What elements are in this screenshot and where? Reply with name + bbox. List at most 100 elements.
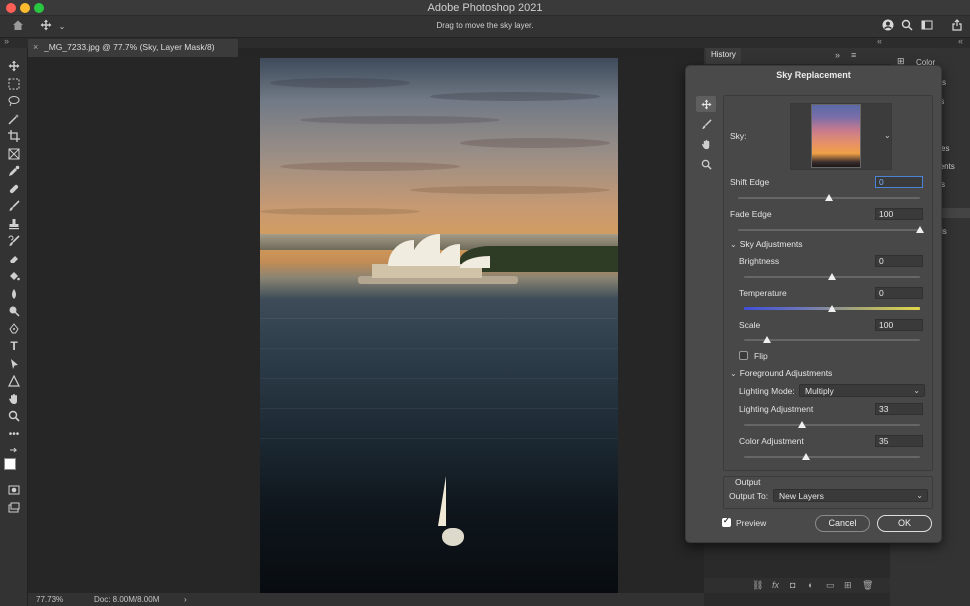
color-adjustment-slider-thumb[interactable]	[801, 453, 810, 460]
sky-label: Sky:	[730, 131, 747, 141]
settings-box: Sky: ⌄ Shift Edge 0 Fade Edge 100 ⌄ Sky A…	[723, 95, 933, 471]
add-mask-icon[interactable]: ◘	[790, 580, 795, 590]
magic-wand-tool-icon[interactable]	[6, 111, 22, 127]
chevron-down-icon: ⌄	[916, 491, 923, 500]
dodge-tool-icon[interactable]	[6, 303, 22, 319]
panel-menu-icon[interactable]: ≡	[851, 50, 856, 60]
shift-edge-field[interactable]: 0	[875, 176, 923, 188]
sky-dropdown-chevron-icon[interactable]: ⌄	[884, 131, 891, 140]
lasso-tool-icon[interactable]	[6, 93, 22, 109]
blur-tool-icon[interactable]	[6, 286, 22, 302]
sailboat-sail	[438, 476, 446, 526]
app-title: Adobe Photoshop 2021	[427, 2, 543, 14]
hand-tool-icon[interactable]	[696, 136, 716, 152]
document-tab[interactable]: × _MG_7233.jpg @ 77.7% (Sky, Layer Mask/…	[28, 39, 238, 57]
new-layer-icon[interactable]: ⊞	[844, 580, 852, 591]
status-menu-arrow[interactable]: ›	[184, 595, 187, 604]
zoom-tool-icon[interactable]	[696, 156, 716, 172]
cancel-button[interactable]: Cancel	[815, 515, 870, 532]
group-folder-icon[interactable]: ▭	[826, 580, 835, 591]
paint-bucket-tool-icon[interactable]	[6, 268, 22, 284]
chevron-down-icon: ⌄	[730, 369, 737, 378]
shape-tool-icon[interactable]	[6, 373, 22, 389]
brightness-label: Brightness	[739, 256, 780, 266]
lighting-adjustment-label: Lighting Adjustment	[739, 404, 814, 414]
fade-edge-slider-thumb[interactable]	[916, 226, 924, 233]
history-brush-tool-icon[interactable]	[6, 233, 22, 249]
path-selection-tool-icon[interactable]	[6, 356, 22, 372]
foreground-adjustments-header[interactable]: ⌄ Foreground Adjustments	[730, 368, 832, 378]
healing-brush-tool-icon[interactable]	[6, 181, 22, 197]
screen-mode-icon[interactable]	[6, 500, 22, 516]
temperature-label: Temperature	[739, 288, 787, 298]
more-tools-icon[interactable]: •••	[6, 426, 22, 442]
collapse-panels-icon[interactable]: «	[877, 36, 882, 46]
doc-size: Doc: 8.00M/8.00M	[94, 595, 160, 604]
fx-icon[interactable]: fx	[772, 580, 779, 590]
marquee-tool-icon[interactable]	[6, 76, 22, 92]
chevron-down-icon: ⌄	[913, 386, 920, 395]
shift-edge-slider-thumb[interactable]	[825, 194, 833, 201]
zoom-level[interactable]: 77.73%	[36, 595, 63, 604]
scale-slider-thumb[interactable]	[762, 336, 771, 343]
zoom-tool-icon[interactable]	[6, 408, 22, 424]
output-box: Output To: New Layers ⌄	[723, 476, 933, 509]
workspace-icon[interactable]	[919, 19, 935, 35]
collapse-history-icon[interactable]: »	[835, 50, 840, 60]
shift-edge-label: Shift Edge	[730, 177, 770, 187]
document-image[interactable]	[260, 58, 618, 594]
tab-history[interactable]: History	[706, 48, 741, 64]
ok-button[interactable]: OK	[877, 515, 932, 532]
brightness-field[interactable]: 0	[875, 255, 923, 267]
search-icon[interactable]	[899, 19, 915, 35]
pen-tool-icon[interactable]	[6, 321, 22, 337]
color-adjustment-field[interactable]: 35	[875, 435, 923, 447]
lighting-adjustment-slider-track[interactable]	[744, 424, 920, 426]
crop-tool-icon[interactable]	[6, 128, 22, 144]
stamp-tool-icon[interactable]	[6, 216, 22, 232]
temperature-field[interactable]: 0	[875, 287, 923, 299]
eraser-tool-icon[interactable]	[6, 251, 22, 267]
quick-mask-icon[interactable]	[6, 482, 22, 498]
trash-icon[interactable]: 🗑	[862, 580, 873, 591]
sky-adjustments-header[interactable]: ⌄ Sky Adjustments	[730, 239, 803, 249]
output-to-select[interactable]: New Layers ⌄	[773, 489, 928, 502]
frame-tool-icon[interactable]	[6, 146, 22, 162]
user-icon[interactable]	[880, 19, 896, 35]
color-adjustment-slider-track[interactable]	[744, 456, 920, 458]
status-bar: 77.73% Doc: 8.00M/8.00M ›	[28, 593, 704, 606]
output-to-label: Output To:	[729, 491, 769, 501]
temperature-slider-thumb[interactable]	[828, 305, 836, 312]
collapse-dock-icon[interactable]: «	[958, 36, 963, 46]
adjustment-layer-icon[interactable]: ◐	[808, 580, 813, 590]
link-layers-icon[interactable]: ⛓	[752, 580, 763, 591]
eyedropper-tool-icon[interactable]	[6, 163, 22, 179]
preview-checkbox[interactable]	[722, 516, 731, 527]
fade-edge-field[interactable]: 100	[875, 208, 923, 220]
brightness-slider-thumb[interactable]	[828, 273, 836, 280]
lighting-adjustment-field[interactable]: 33	[875, 403, 923, 415]
sky-move-tool-icon[interactable]	[696, 96, 716, 112]
sky-preset-thumbnail[interactable]	[811, 104, 861, 168]
close-tab-icon[interactable]: ×	[33, 42, 38, 52]
expand-toolbar-icon[interactable]: »	[4, 36, 9, 46]
share-icon[interactable]	[949, 19, 965, 35]
lighting-mode-select[interactable]: Multiply ⌄	[799, 384, 925, 397]
hand-tool-icon[interactable]	[6, 391, 22, 407]
toolbar: T •••	[0, 48, 28, 606]
scale-label: Scale	[739, 320, 761, 330]
document-tab-label: _MG_7233.jpg @ 77.7% (Sky, Layer Mask/8)	[44, 42, 215, 52]
sky-brush-tool-icon[interactable]	[696, 116, 716, 132]
lighting-adjustment-slider-thumb[interactable]	[798, 421, 807, 428]
brush-tool-icon[interactable]	[6, 198, 22, 214]
sky-replacement-dialog: Sky Replacement Sky: ⌄ Shift Edge 0 Fade…	[685, 65, 942, 543]
color-adjustment-label: Color Adjustment	[739, 436, 804, 446]
options-hint: Drag to move the sky layer.	[436, 21, 534, 30]
flip-checkbox[interactable]	[739, 351, 748, 360]
move-tool-icon[interactable]	[6, 58, 22, 74]
foreground-color-swatch[interactable]	[4, 458, 16, 470]
scale-field[interactable]: 100	[875, 319, 923, 331]
fade-edge-slider-track[interactable]	[738, 229, 920, 231]
type-tool-icon[interactable]: T	[6, 338, 22, 354]
flip-label: Flip	[754, 351, 768, 361]
